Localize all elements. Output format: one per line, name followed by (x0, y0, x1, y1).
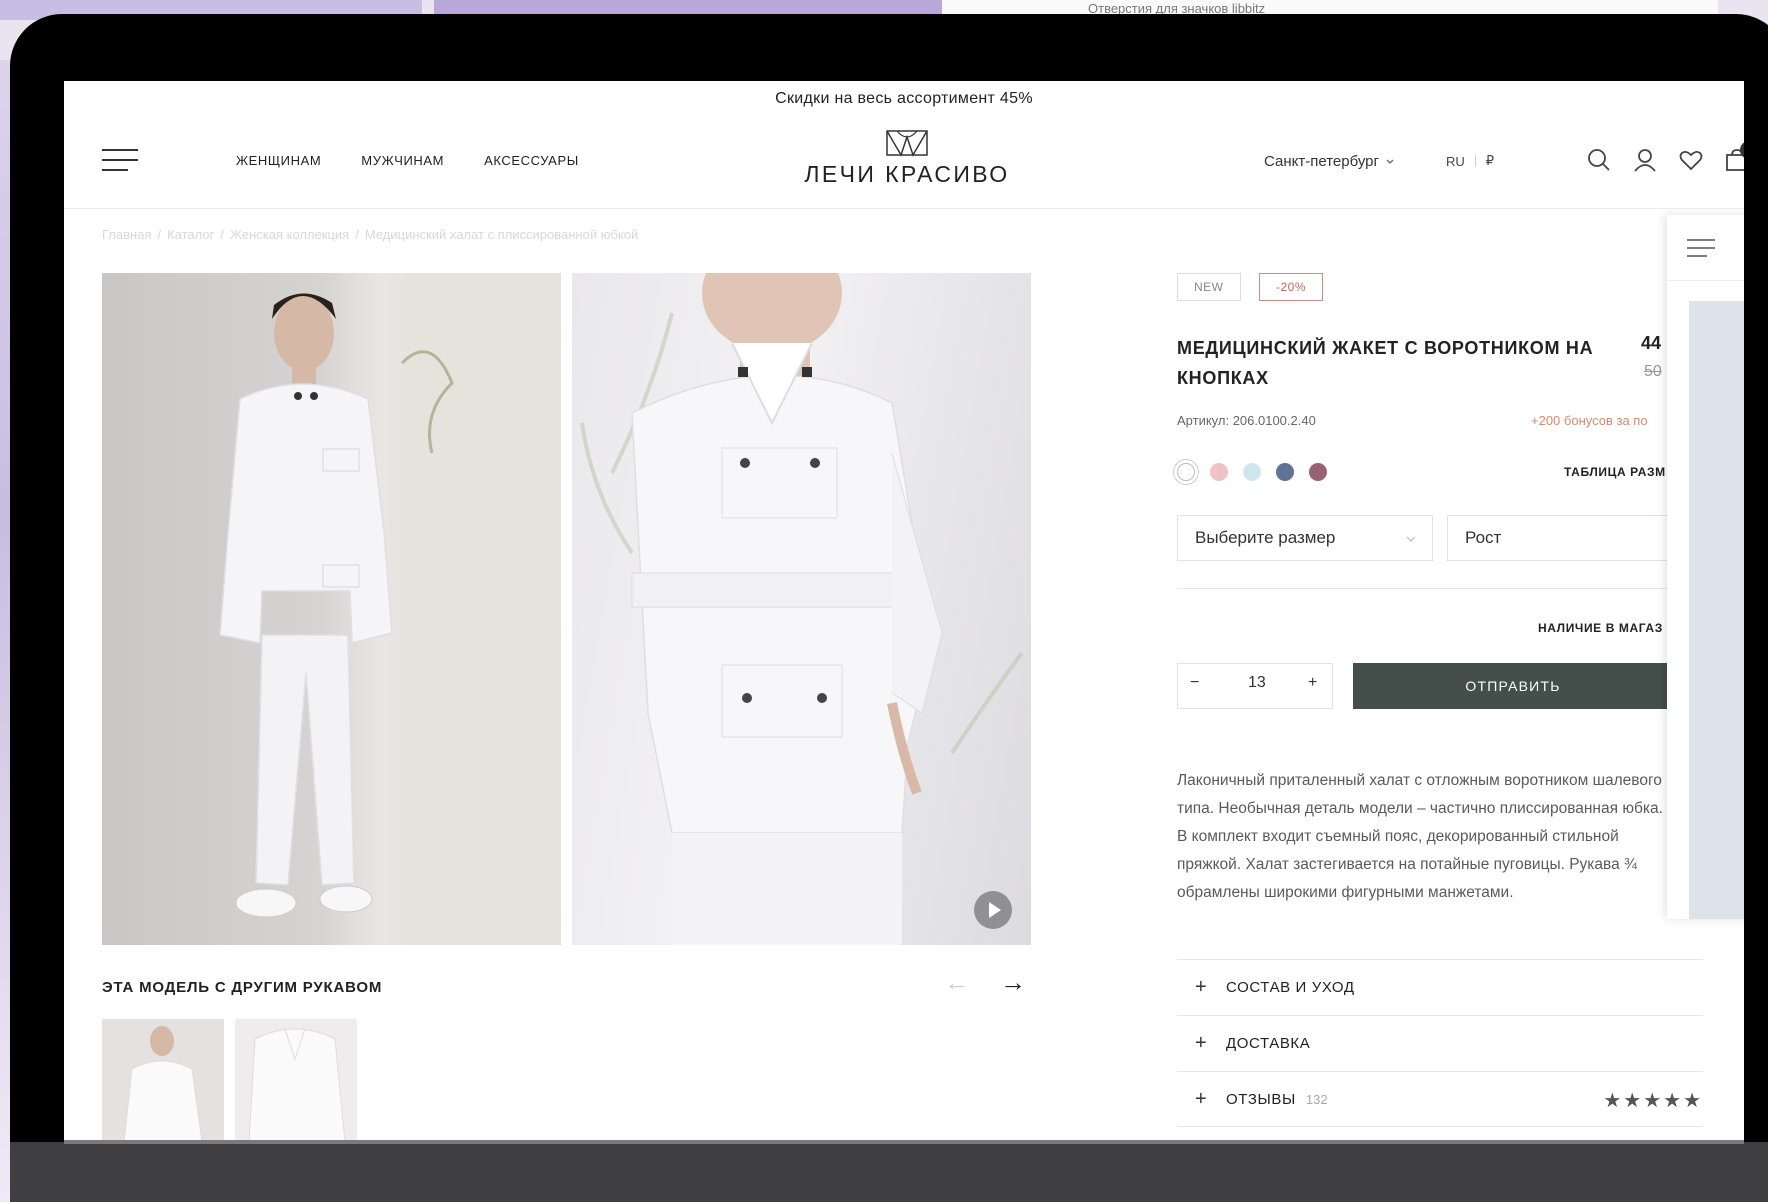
breadcrumb: Главная / Каталог / Женская коллекция / … (102, 227, 638, 242)
user-icon[interactable] (1632, 147, 1658, 173)
bonus-text: +200 бонусов за по (1531, 413, 1648, 428)
chevron-down-icon (1406, 536, 1416, 542)
breadcrumb-sep: / (355, 227, 359, 242)
logo-text: ЛЕЧИ КРАСИВО (804, 161, 1010, 187)
cart-icon[interactable]: 13 (1724, 141, 1744, 173)
color-swatch-plum[interactable] (1309, 463, 1327, 481)
breadcrumb-sep: / (220, 227, 224, 242)
color-swatch-pink[interactable] (1210, 463, 1228, 481)
nav-item-men[interactable]: МУЖЧИНАМ (361, 153, 444, 168)
city-selector[interactable]: Санкт-петербург (1264, 153, 1395, 170)
breadcrumb-sep: / (157, 227, 162, 242)
nav-item-women[interactable]: ЖЕНЩИНАМ (236, 153, 321, 168)
badge-sale: -20% (1259, 273, 1324, 301)
plus-icon: + (1195, 1088, 1207, 1110)
product-photo-1[interactable] (102, 273, 561, 945)
breadcrumb-catalog[interactable]: Каталог (167, 227, 214, 242)
store-availability-link[interactable]: НАЛИЧИЕ В МАГАЗ (1538, 621, 1663, 635)
chevron-down-icon (1386, 159, 1394, 164)
menu-icon[interactable] (102, 149, 138, 171)
quantity-stepper: − 13 + (1177, 663, 1333, 709)
prev-arrow-icon[interactable]: ← (944, 967, 970, 997)
promo-banner: Скидки на весь ассортимент 45% (775, 90, 1033, 107)
accordion-reviews[interactable]: + ОТЗЫВЫ 132 ★★★★★ (1177, 1071, 1703, 1127)
accordion-composition[interactable]: + СОСТАВ И УХОД (1177, 959, 1703, 1015)
size-select-label: Выберите размер (1195, 528, 1336, 547)
product-price: 44 (1641, 333, 1662, 353)
lang-currency: RU ₽ (1446, 153, 1494, 169)
model-figure (219, 273, 561, 945)
qty-plus-button[interactable]: + (1308, 674, 1317, 692)
accordion-label: ОТЗЫВЫ 132 (1226, 1091, 1328, 1108)
accordion-delivery[interactable]: + ДОСТАВКА (1177, 1015, 1703, 1071)
size-table-link[interactable]: ТАБЛИЦА РАЗМ (1564, 465, 1666, 479)
search-icon[interactable] (1586, 147, 1612, 173)
laptop-base (10, 1142, 1768, 1202)
screen-edge (64, 1140, 1744, 1144)
product-title: МЕДИЦИНСКИЙ ЖАКЕТ С ВОРОТНИКОМ НА КНОПКА… (1177, 338, 1594, 388)
rating-stars: ★★★★★ (1603, 1090, 1703, 1112)
height-select[interactable]: Рост (1447, 515, 1687, 561)
logo-mark-icon (886, 130, 928, 157)
breadcrumb-collection[interactable]: Женская коллекция (230, 227, 349, 242)
nav-item-accessories[interactable]: АКСЕССУАРЫ (484, 153, 579, 168)
color-swatch-white[interactable] (1177, 463, 1195, 481)
site-logo[interactable]: ЛЕЧИ КРАСИВО (801, 129, 1013, 188)
send-button[interactable]: ОТПРАВИТЬ (1353, 663, 1673, 709)
heart-icon[interactable] (1678, 147, 1704, 173)
accordion-label: СОСТАВ И УХОД (1226, 979, 1355, 996)
product-old-price: 50 (1644, 363, 1662, 380)
drawer-content (1689, 301, 1744, 919)
site-header: ЖЕНЩИНАМ МУЖЧИНАМ АКСЕССУАРЫ ЛЕЧИ КРАСИВ… (64, 117, 1744, 209)
size-select[interactable]: Выберите размер (1177, 515, 1433, 561)
drawer-header (1667, 215, 1744, 281)
city-label: Санкт-петербург (1264, 153, 1379, 170)
color-swatch-blue[interactable] (1276, 463, 1294, 481)
product-photo-2[interactable] (572, 273, 1031, 945)
plus-icon: + (1195, 1032, 1207, 1054)
qty-minus-button[interactable]: − (1190, 674, 1199, 692)
color-swatch-lightblue[interactable] (1243, 463, 1261, 481)
accordion-label: ДОСТАВКА (1226, 1035, 1311, 1052)
qty-value[interactable]: 13 (1248, 674, 1266, 692)
divider (1177, 588, 1677, 589)
laptop-screen: Скидки на весь ассортимент 45% ЖЕНЩИНАМ … (64, 81, 1744, 1142)
lang-switch[interactable]: RU (1446, 154, 1465, 169)
height-select-label: Рост (1465, 528, 1502, 547)
variant-thumb[interactable] (235, 1019, 357, 1142)
variant-thumb[interactable] (102, 1019, 224, 1142)
next-arrow-icon[interactable]: → (1000, 967, 1026, 997)
product-sku: Артикул: 206.0100.2.40 (1177, 413, 1316, 428)
reviews-label: ОТЗЫВЫ (1226, 1091, 1296, 1108)
play-video-icon[interactable] (974, 891, 1012, 929)
currency-switch[interactable]: ₽ (1486, 153, 1494, 169)
side-drawer (1667, 215, 1744, 919)
main-nav: ЖЕНЩИНАМ МУЖЧИНАМ АКСЕССУАРЫ (236, 153, 579, 168)
menu-icon[interactable] (1687, 239, 1715, 257)
breadcrumb-current: Медицинский халат с плиссированной юбкой (364, 227, 639, 242)
reviews-count: 132 (1305, 1092, 1328, 1107)
breadcrumb-home[interactable]: Главная (102, 227, 151, 242)
other-sleeve-title: ЭТА МОДЕЛЬ С ДРУГИМ РУКАВОМ (102, 979, 383, 996)
model-closeup (580, 273, 1024, 945)
product-description: Лаконичный приталенный халат с отложным … (1177, 772, 1663, 901)
badge-new: NEW (1177, 273, 1241, 301)
plus-icon: + (1195, 976, 1207, 998)
divider (1474, 155, 1476, 167)
